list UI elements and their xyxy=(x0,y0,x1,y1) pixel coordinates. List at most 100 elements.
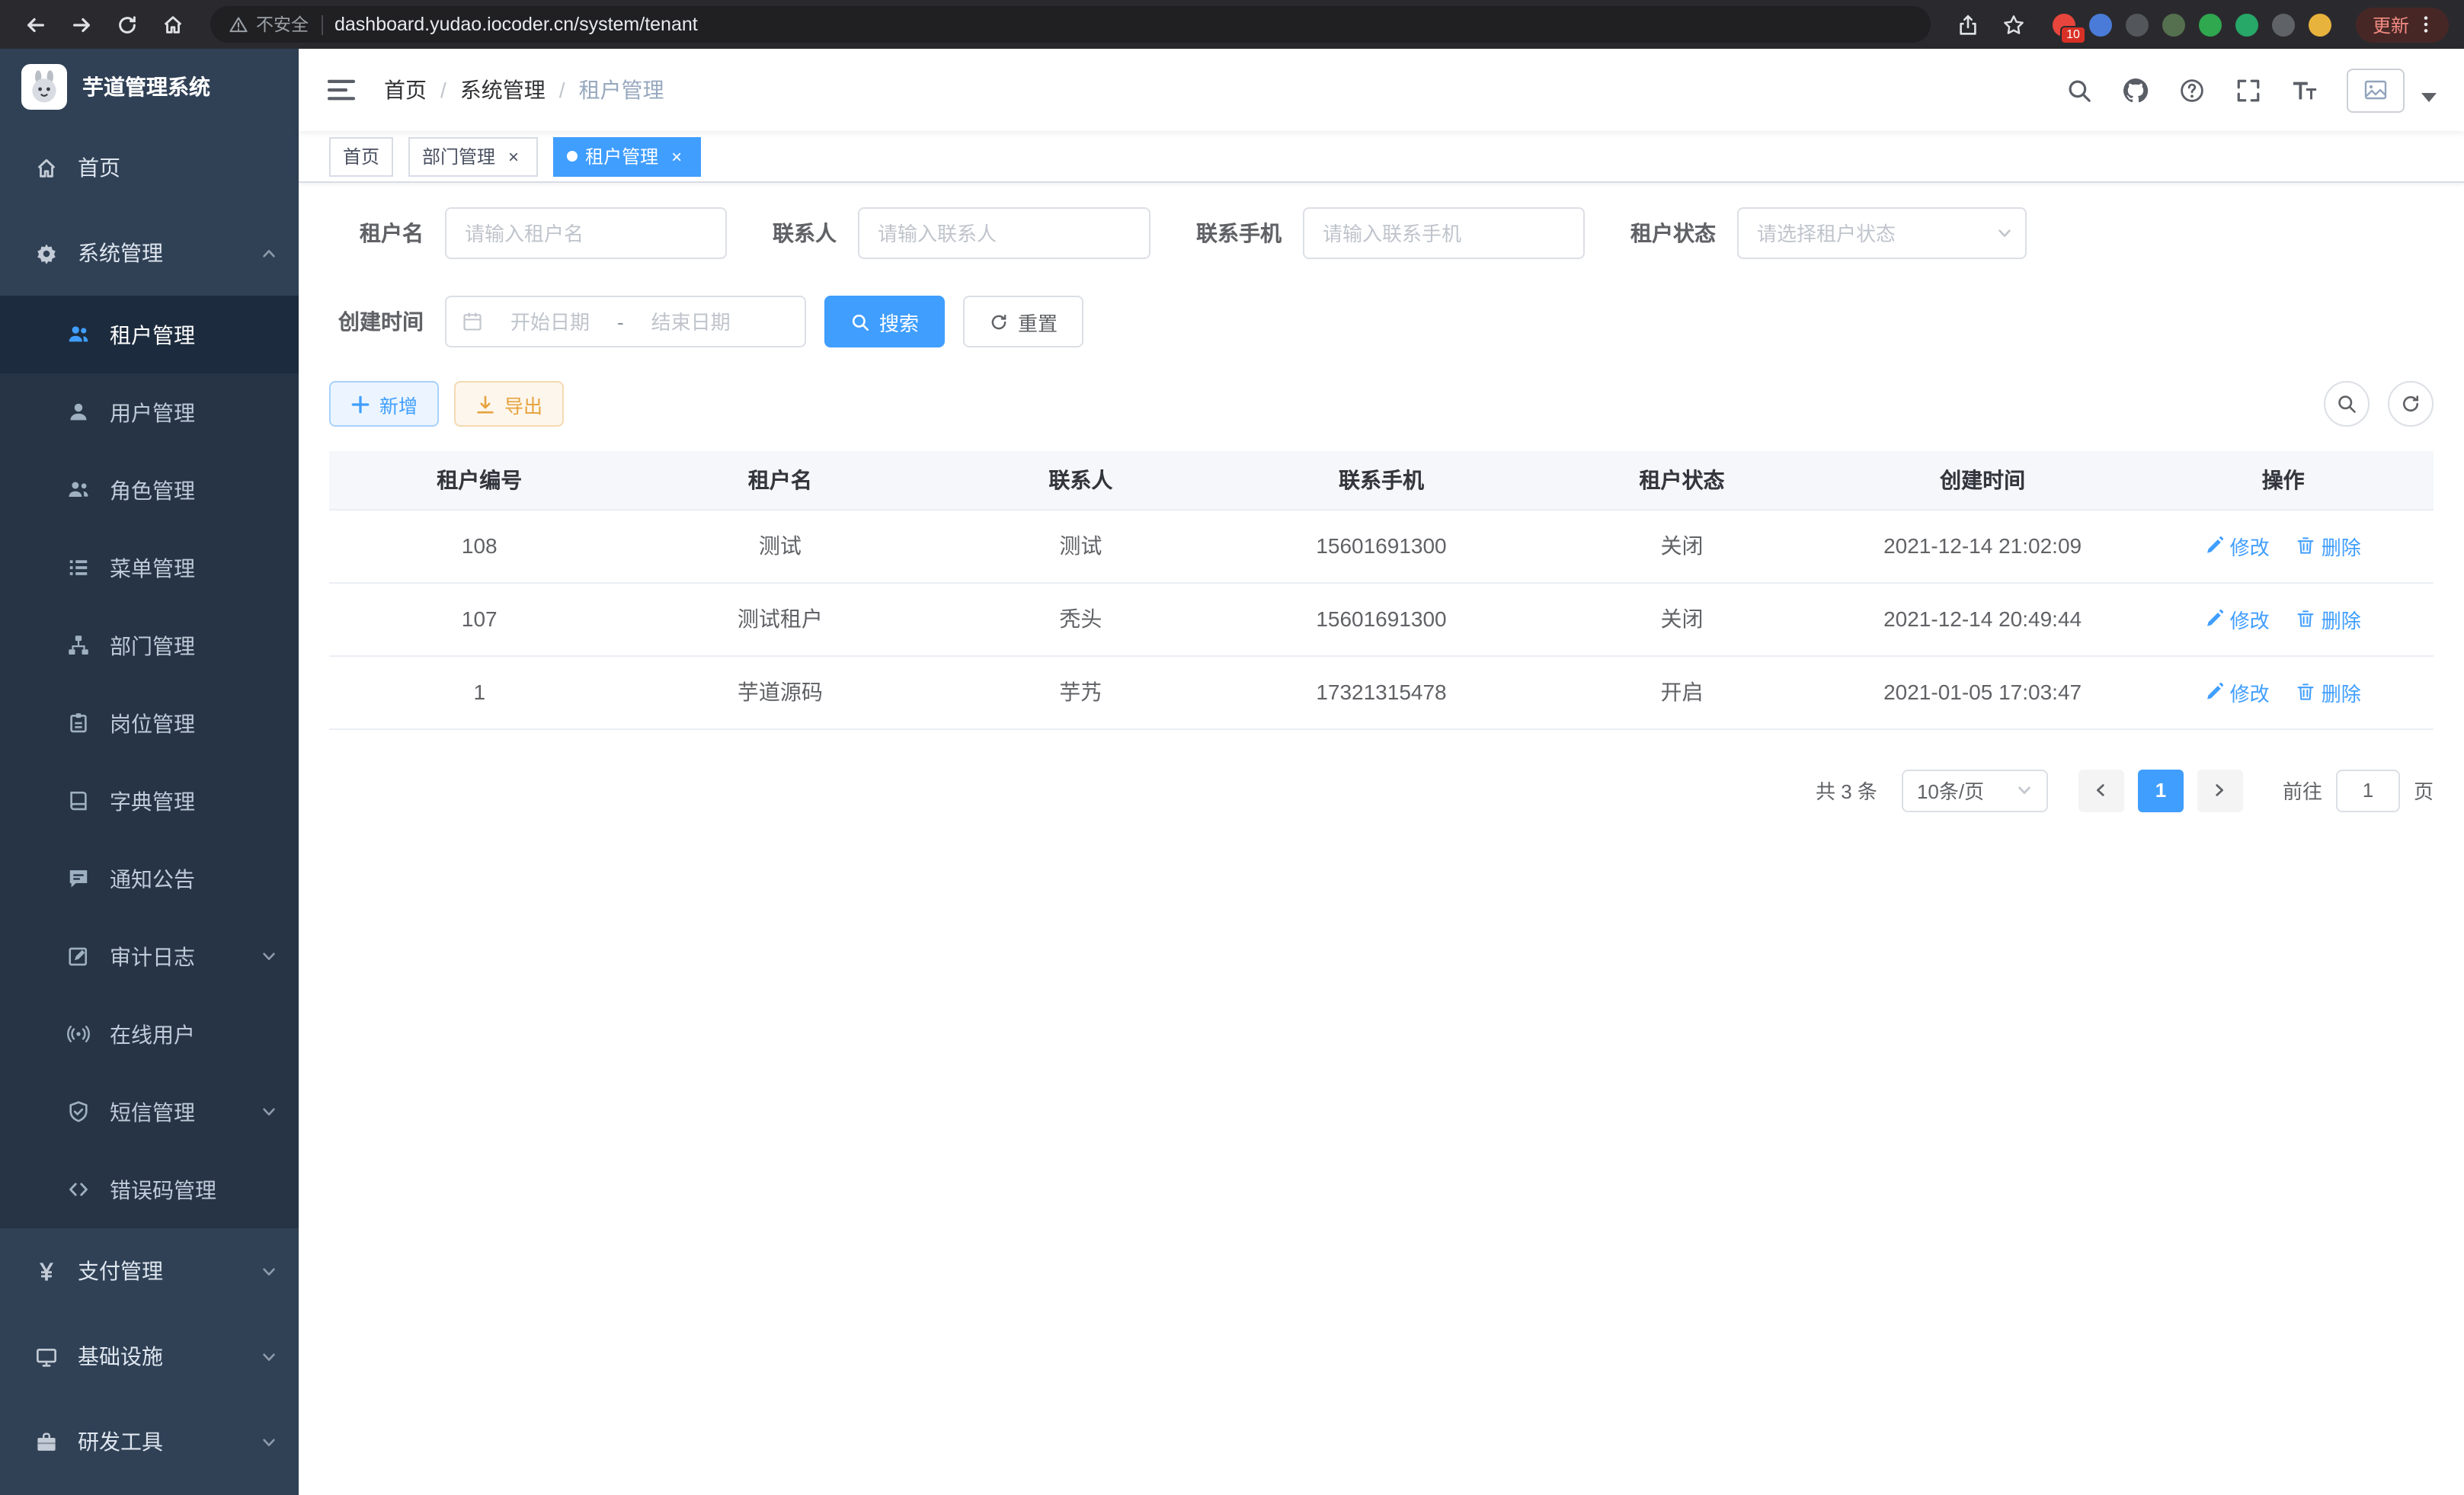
fullscreen-icon[interactable] xyxy=(2234,76,2261,104)
back-icon[interactable] xyxy=(15,5,55,44)
chevron-up-icon xyxy=(261,245,277,261)
extension-dark-icon[interactable] xyxy=(2126,13,2149,36)
sidebar-item-user[interactable]: 用户管理 xyxy=(0,373,299,451)
github-icon[interactable] xyxy=(2121,76,2149,104)
extension-blue-icon[interactable] xyxy=(2089,13,2112,36)
tab-tenant[interactable]: 租户管理× xyxy=(553,136,701,176)
breadcrumb-separator: / xyxy=(440,78,446,102)
contact-input[interactable] xyxy=(858,207,1150,259)
font-size-icon[interactable] xyxy=(2290,76,2318,104)
sidebar: 芋道管理系统 首页系统管理租户管理用户管理角色管理菜单管理部门管理岗位管理字典管… xyxy=(0,49,299,1495)
download-icon xyxy=(475,394,495,414)
edit-link[interactable]: 修改 xyxy=(2206,531,2270,560)
security-chip[interactable]: 不安全 xyxy=(229,12,309,37)
tenant-status-input[interactable] xyxy=(1737,207,2027,259)
next-page-button[interactable] xyxy=(2197,769,2243,812)
address-divider xyxy=(321,14,322,34)
extension-puzzle-icon[interactable] xyxy=(2272,13,2295,36)
sidebar-item-pay[interactable]: 支付管理 xyxy=(0,1228,299,1314)
bookmark-star-icon[interactable] xyxy=(1995,5,2034,44)
sidebar-item-role[interactable]: 角色管理 xyxy=(0,451,299,529)
reset-button[interactable]: 重置 xyxy=(963,296,1083,347)
cell-actions: 修改删除 xyxy=(2133,509,2434,582)
topbar: 首页/系统管理/租户管理 xyxy=(299,49,2464,131)
sidebar-item-dept[interactable]: 部门管理 xyxy=(0,607,299,684)
reset-button-label: 重置 xyxy=(1018,307,1058,336)
edit-link[interactable]: 修改 xyxy=(2206,604,2270,633)
sidebar-item-sms[interactable]: 短信管理 xyxy=(0,1073,299,1151)
delete-link[interactable]: 删除 xyxy=(2297,531,2361,560)
tenant-name-input[interactable] xyxy=(445,207,727,259)
end-date-input[interactable] xyxy=(630,310,752,333)
sidebar-item-system[interactable]: 系统管理 xyxy=(0,210,299,296)
extension-red-icon[interactable]: 10 xyxy=(2053,13,2075,36)
tab-close-icon[interactable]: × xyxy=(666,146,687,167)
sidebar-item-error-code[interactable]: 错误码管理 xyxy=(0,1151,299,1228)
cell-actions: 修改 删除 xyxy=(2133,655,2434,728)
sidebar-item-devtool[interactable]: 研发工具 xyxy=(0,1399,299,1484)
export-button[interactable]: 导出 xyxy=(454,381,564,427)
sidebar-item-notice[interactable]: 通知公告 xyxy=(0,840,299,917)
tab-dept[interactable]: 部门管理× xyxy=(408,136,538,176)
refresh-button[interactable] xyxy=(2388,381,2434,427)
hamburger-icon[interactable] xyxy=(326,75,357,105)
toggle-search-button[interactable] xyxy=(2324,381,2370,427)
tenant-status-select[interactable] xyxy=(1737,207,2027,259)
menu-dots-icon[interactable] xyxy=(2415,14,2437,35)
sidebar-item-menu[interactable]: 菜单管理 xyxy=(0,529,299,607)
cell-contact: 秃头 xyxy=(930,582,1231,655)
extension-green-check-icon[interactable] xyxy=(2199,13,2222,36)
code-icon xyxy=(66,1177,90,1202)
prev-page-button[interactable] xyxy=(2078,769,2124,812)
goto-page-input[interactable] xyxy=(2336,769,2400,812)
search-button[interactable]: 搜索 xyxy=(824,296,945,347)
sidebar-item-home[interactable]: 首页 xyxy=(0,125,299,210)
delete-link[interactable]: 删除 xyxy=(2297,677,2361,706)
page-size-select[interactable]: 10条/页 xyxy=(1902,769,2048,812)
sidebar-item-post[interactable]: 岗位管理 xyxy=(0,684,299,762)
breadcrumb-item[interactable]: 首页 xyxy=(384,75,427,105)
extension-green-square-icon[interactable] xyxy=(2235,13,2258,36)
help-icon[interactable] xyxy=(2178,76,2205,104)
extension-profile-icon[interactable] xyxy=(2309,13,2331,36)
sidebar-item-infra[interactable]: 基础设施 xyxy=(0,1314,299,1399)
update-label: 更新 xyxy=(2373,11,2409,37)
cell-contact: 芋艿 xyxy=(930,655,1231,728)
phone-label: 联系手机 xyxy=(1196,218,1282,248)
add-button[interactable]: 新增 xyxy=(329,381,439,427)
main-area: 首页/系统管理/租户管理 首页部门管理×租户管理× 租户名 xyxy=(299,49,2464,1495)
app-logo[interactable]: 芋道管理系统 xyxy=(0,49,299,125)
page-number-button[interactable]: 1 xyxy=(2138,769,2184,812)
edit-square-icon xyxy=(66,944,90,968)
tab-home[interactable]: 首页 xyxy=(329,136,393,176)
tab-close-icon[interactable]: × xyxy=(503,146,524,167)
sidebar-item-label: 基础设施 xyxy=(78,1341,261,1372)
chevron-down-icon xyxy=(261,948,277,965)
start-date-input[interactable] xyxy=(489,310,611,333)
chevron-down-icon xyxy=(2016,782,2033,799)
search-icon[interactable] xyxy=(2065,76,2092,104)
update-button[interactable]: 更新 xyxy=(2356,7,2449,42)
forward-icon[interactable] xyxy=(61,5,101,44)
delete-link[interactable]: 删除 xyxy=(2297,604,2361,633)
sidebar-item-dict[interactable]: 字典管理 xyxy=(0,762,299,840)
create-time-range-picker[interactable]: - xyxy=(445,296,806,347)
delete-label: 删除 xyxy=(2322,677,2361,706)
goto-label: 前往 xyxy=(2283,776,2322,805)
sidebar-item-online-user[interactable]: 在线用户 xyxy=(0,995,299,1073)
breadcrumb-item[interactable]: 系统管理 xyxy=(460,75,546,105)
share-icon[interactable] xyxy=(1949,5,1989,44)
sidebar-item-audit-log[interactable]: 审计日志 xyxy=(0,917,299,995)
extension-olive-icon[interactable] xyxy=(2162,13,2185,36)
address-bar[interactable]: 不安全 dashboard.yudao.iocoder.cn/system/te… xyxy=(210,6,1931,43)
avatar[interactable] xyxy=(2347,68,2405,112)
sidebar-item-tenant[interactable]: 租户管理 xyxy=(0,296,299,373)
sidebar-item-label: 通知公告 xyxy=(110,863,277,894)
phone-input[interactable] xyxy=(1303,207,1585,259)
status-field: 租户状态 xyxy=(1630,207,2027,259)
caret-down-icon[interactable] xyxy=(2421,91,2437,104)
home-button-icon[interactable] xyxy=(152,5,192,44)
edit-link[interactable]: 修改 xyxy=(2206,677,2270,706)
app-title: 芋道管理系统 xyxy=(82,72,210,102)
reload-icon[interactable] xyxy=(107,5,146,44)
